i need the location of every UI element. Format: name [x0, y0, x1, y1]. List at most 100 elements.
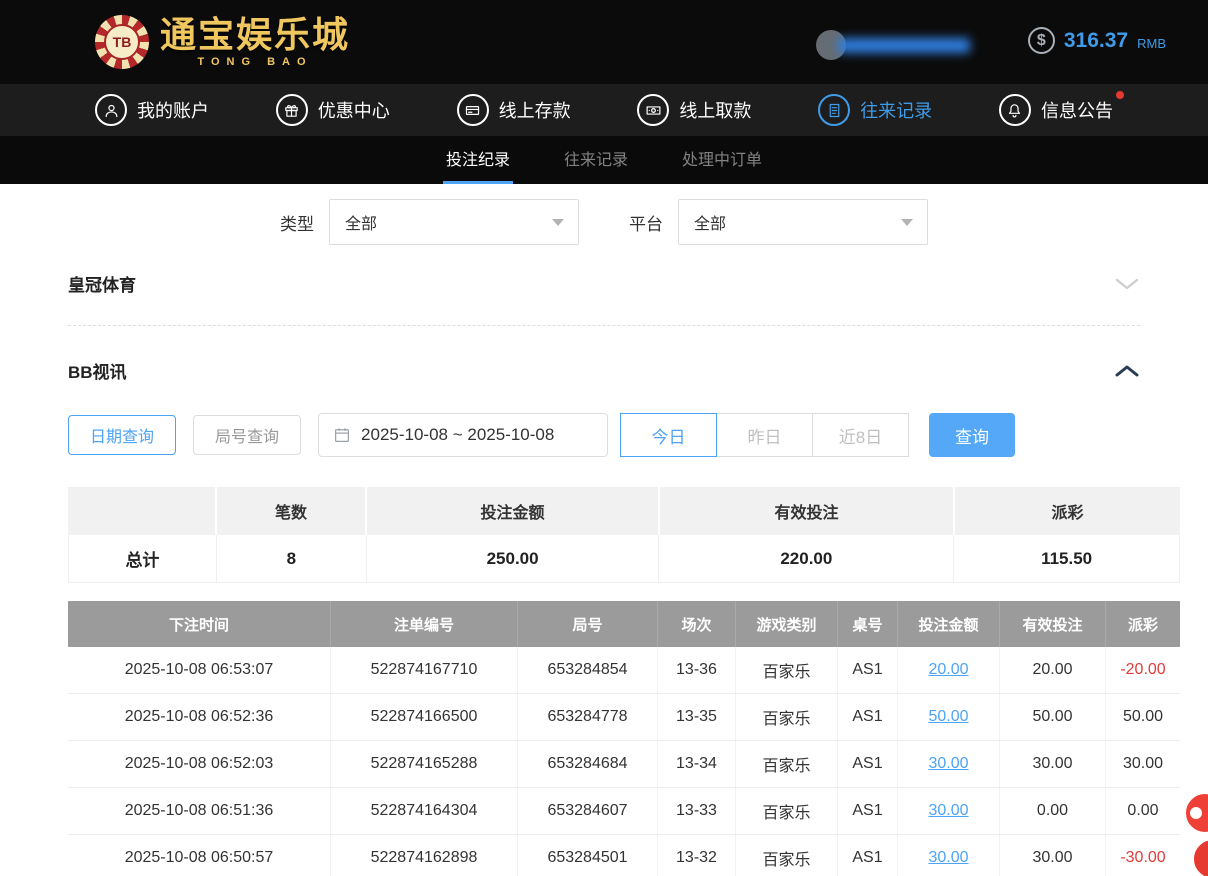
site-logo[interactable]: TB 通宝娱乐城 TONG BAO	[95, 15, 350, 69]
cell-order-id: 522874165288	[331, 741, 518, 787]
table-header-row: 下注时间 注单编号 局号 场次 游戏类别 桌号 投注金额 有效投注 派彩	[68, 601, 1180, 647]
header-table-no: 桌号	[838, 601, 898, 647]
table-row: 2025-10-08 06:50:57 522874162898 6532845…	[68, 835, 1180, 876]
wallet-balance[interactable]: $ 316.37 RMB	[1028, 27, 1166, 54]
summary-count-value: 8	[217, 535, 367, 582]
summary-bet-amount-value: 250.00	[367, 535, 660, 582]
type-filter-label: 类型	[280, 210, 314, 235]
floating-service-button-2[interactable]	[1192, 838, 1208, 876]
logo-subtitle: TONG BAO	[160, 57, 350, 68]
cell-round-id: 653284778	[518, 694, 658, 740]
tab-pending-orders[interactable]: 处理中订单	[679, 146, 765, 184]
dollar-circle-icon: $	[1028, 27, 1055, 54]
logo-title: 通宝娱乐城	[160, 17, 350, 53]
platform-filter-label: 平台	[629, 210, 663, 235]
cell-session: 13-36	[658, 647, 736, 693]
platform-select[interactable]: 全部	[678, 199, 928, 245]
nav-item-withdraw[interactable]: 线上取款	[637, 94, 751, 126]
summary-header-row: 笔数 投注金额 有效投注 派彩	[68, 487, 1180, 535]
cell-round-id: 653284854	[518, 647, 658, 693]
withdraw-cash-icon	[637, 94, 669, 126]
nav-item-promotions[interactable]: 优惠中心	[276, 94, 390, 126]
bet-amount-link[interactable]: 30.00	[928, 802, 968, 820]
summary-total-row: 总计 8 250.00 220.00 115.50	[68, 535, 1180, 583]
cell-bet-time: 2025-10-08 06:52:03	[68, 741, 331, 787]
summary-table: 笔数 投注金额 有效投注 派彩 总计 8 250.00 220.00 115.5…	[68, 487, 1180, 583]
balance-currency: RMB	[1137, 36, 1166, 51]
chevron-up-icon[interactable]	[1114, 364, 1140, 378]
header-bet-time: 下注时间	[68, 601, 331, 647]
header-valid-bet: 有效投注	[1000, 601, 1106, 647]
cell-order-id: 522874162898	[331, 835, 518, 876]
section-bb-live[interactable]: BB视讯	[68, 326, 1140, 383]
cell-payout: -20.00	[1106, 647, 1180, 693]
quick-last8days-button[interactable]: 近8日	[812, 413, 909, 457]
bet-amount-link[interactable]: 20.00	[928, 661, 968, 679]
section-crown-sports[interactable]: 皇冠体育	[68, 245, 1140, 326]
notification-badge-dot	[1116, 91, 1124, 99]
round-query-button[interactable]: 局号查询	[193, 415, 301, 455]
type-select[interactable]: 全部	[329, 199, 579, 245]
cell-session: 13-33	[658, 788, 736, 834]
deposit-card-icon	[457, 94, 489, 126]
table-row: 2025-10-08 06:51:36 522874164304 6532846…	[68, 788, 1180, 835]
cell-payout: 50.00	[1106, 694, 1180, 740]
summary-header-bet-amount: 投注金额	[367, 487, 660, 535]
chevron-down-icon[interactable]	[1114, 277, 1140, 291]
bet-amount-link[interactable]: 30.00	[928, 755, 968, 773]
nav-item-label: 线上存款	[499, 97, 571, 123]
cell-game-type: 百家乐	[736, 835, 838, 876]
cell-table-no: AS1	[838, 788, 898, 834]
tab-transaction-records[interactable]: 往来记录	[561, 146, 631, 184]
cell-game-type: 百家乐	[736, 694, 838, 740]
cell-valid-bet: 20.00	[1000, 647, 1106, 693]
cell-game-type: 百家乐	[736, 741, 838, 787]
balance-amount: 316.37	[1064, 29, 1128, 53]
logo-text: 通宝娱乐城 TONG BAO	[160, 17, 350, 68]
chevron-down-icon	[901, 219, 913, 226]
logo-badge: TB	[104, 24, 140, 60]
nav-item-my-account[interactable]: 我的账户	[95, 94, 209, 126]
cell-payout: 30.00	[1106, 741, 1180, 787]
cell-round-id: 653284501	[518, 835, 658, 876]
nav-item-deposit[interactable]: 线上存款	[457, 94, 571, 126]
cell-table-no: AS1	[838, 741, 898, 787]
username-blurred[interactable]	[816, 30, 970, 60]
summary-header-valid-bet: 有效投注	[660, 487, 955, 535]
nav-item-transaction-records[interactable]: 往来记录	[818, 94, 932, 126]
chevron-down-icon	[552, 219, 564, 226]
summary-total-label: 总计	[69, 535, 217, 582]
tab-bet-records[interactable]: 投注纪录	[443, 146, 513, 184]
nav-item-announcements[interactable]: 信息公告	[999, 94, 1113, 126]
date-range-picker[interactable]: 2025-10-08 ~ 2025-10-08	[318, 413, 608, 457]
cell-game-type: 百家乐	[736, 788, 838, 834]
quick-yesterday-button[interactable]: 昨日	[716, 413, 813, 457]
gift-icon	[276, 94, 308, 126]
top-header-bar: TB 通宝娱乐城 TONG BAO $ 316.37 RMB	[0, 0, 1208, 84]
cell-table-no: AS1	[838, 647, 898, 693]
cell-bet-time: 2025-10-08 06:50:57	[68, 835, 331, 876]
cell-session: 13-32	[658, 835, 736, 876]
date-range-value: 2025-10-08 ~ 2025-10-08	[361, 425, 554, 445]
bet-amount-link[interactable]: 30.00	[928, 849, 968, 867]
section-bb-title: BB视讯	[68, 358, 127, 383]
header-bet-amount: 投注金额	[898, 601, 1000, 647]
cell-valid-bet: 30.00	[1000, 835, 1106, 876]
summary-valid-bet-value: 220.00	[659, 535, 954, 582]
quick-today-button[interactable]: 今日	[620, 413, 717, 457]
cell-round-id: 653284684	[518, 741, 658, 787]
cell-valid-bet: 0.00	[1000, 788, 1106, 834]
bet-amount-link[interactable]: 50.00	[928, 708, 968, 726]
floating-service-button[interactable]	[1184, 792, 1208, 834]
summary-payout-value: 115.50	[954, 535, 1179, 582]
cell-session: 13-35	[658, 694, 736, 740]
table-row: 2025-10-08 06:52:36 522874166500 6532847…	[68, 694, 1180, 741]
summary-header-count: 笔数	[217, 487, 367, 535]
header-payout: 派彩	[1106, 601, 1180, 647]
search-button[interactable]: 查询	[929, 413, 1015, 457]
blurred-username-text	[838, 38, 970, 53]
date-query-button[interactable]: 日期查询	[68, 415, 176, 455]
bet-records-table: 下注时间 注单编号 局号 场次 游戏类别 桌号 投注金额 有效投注 派彩 202…	[68, 601, 1180, 876]
cell-bet-time: 2025-10-08 06:51:36	[68, 788, 331, 834]
records-icon	[818, 94, 850, 126]
